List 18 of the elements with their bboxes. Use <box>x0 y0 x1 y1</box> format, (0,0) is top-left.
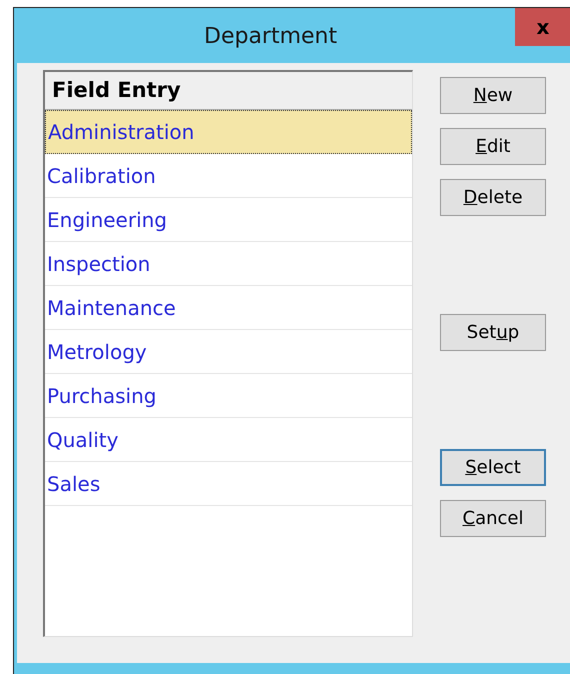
list-item[interactable]: Calibration <box>45 154 412 198</box>
dialog-button[interactable]: Cancel <box>440 500 546 537</box>
list-item[interactable]: Metrology <box>45 330 412 374</box>
list-item[interactable]: Quality <box>45 418 412 462</box>
close-button[interactable]: x <box>515 8 570 46</box>
dialog-button[interactable]: Edit <box>440 128 546 165</box>
window-title: Department <box>204 23 338 51</box>
column-header: Field Entry <box>45 72 412 110</box>
dialog-button[interactable]: Select <box>440 449 546 486</box>
list-item[interactable]: Engineering <box>45 198 412 242</box>
dialog-button[interactable]: Setup <box>440 314 546 351</box>
list-item[interactable]: Sales <box>45 462 412 506</box>
list-item[interactable]: Purchasing <box>45 374 412 418</box>
dialog-button[interactable]: Delete <box>440 179 546 216</box>
dialog-button[interactable]: New <box>440 77 546 114</box>
list-item[interactable]: Maintenance <box>45 286 412 330</box>
list-item[interactable]: Inspection <box>45 242 412 286</box>
list-item[interactable]: Administration <box>45 110 412 154</box>
